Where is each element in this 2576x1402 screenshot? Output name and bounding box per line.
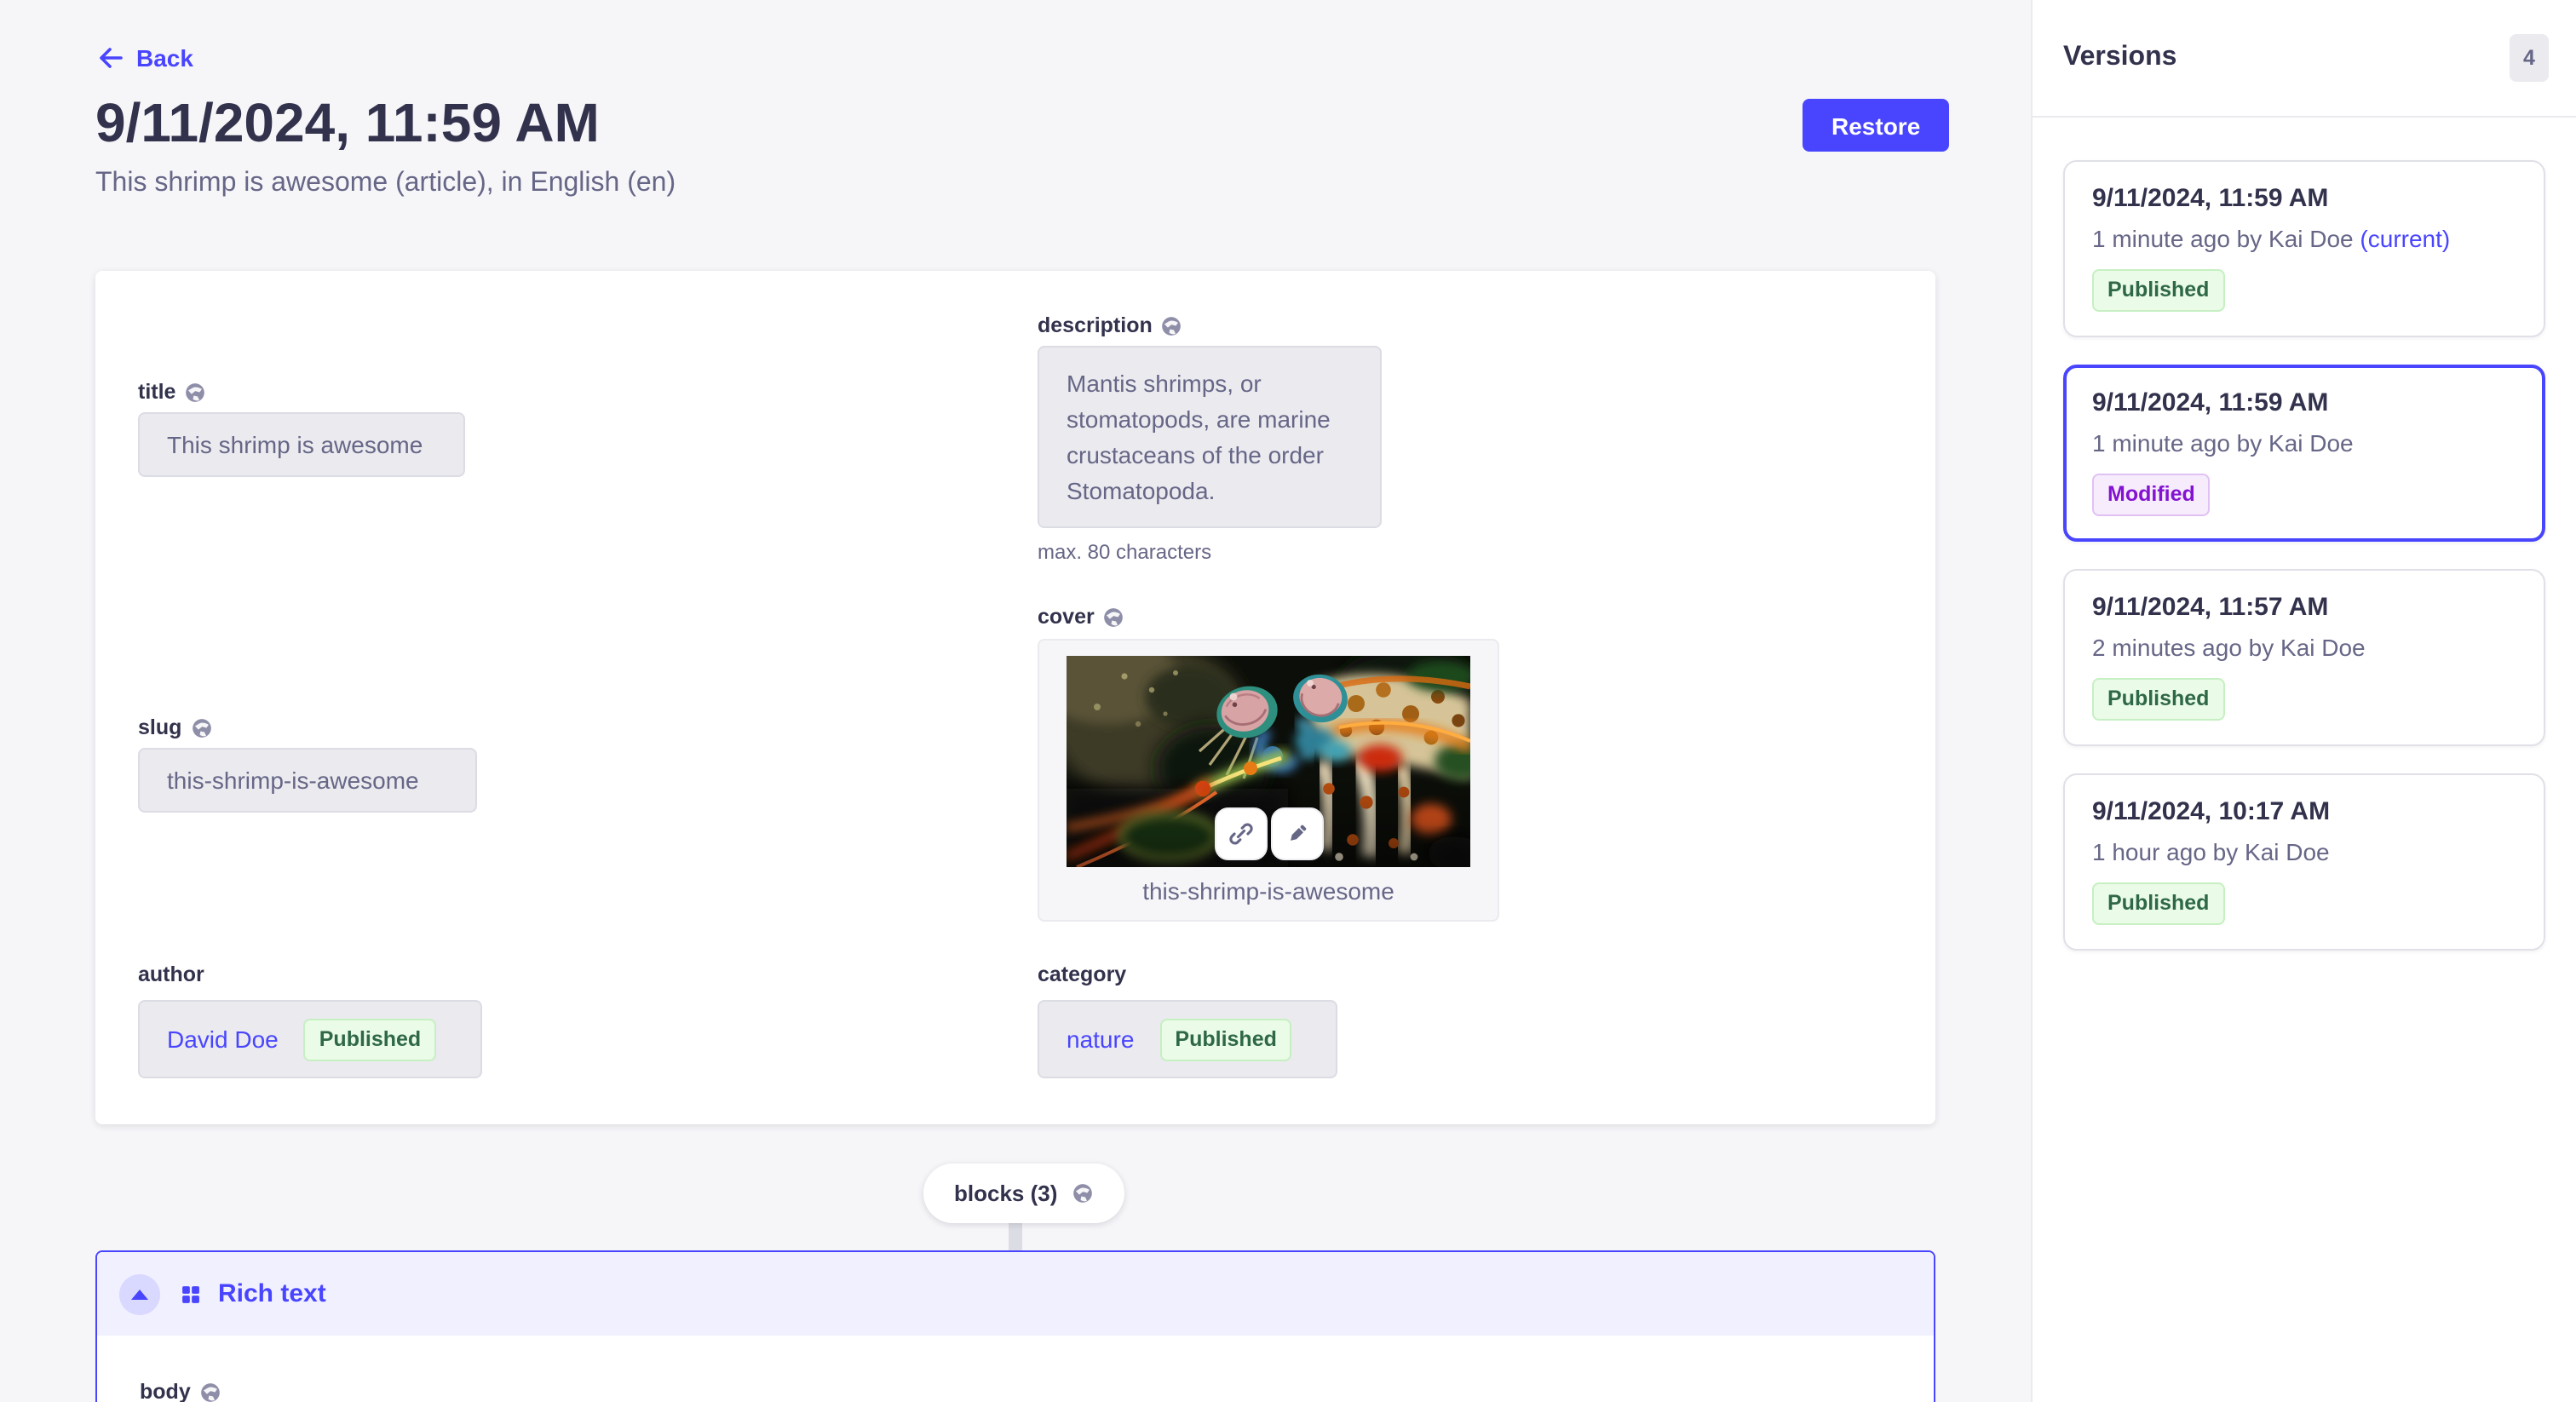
version-date: 9/11/2024, 11:59 AM <box>2092 388 2516 417</box>
rich-text-block-title: Rich text <box>218 1279 326 1308</box>
blocks-pill-label: blocks (3) <box>954 1181 1057 1206</box>
version-date: 9/11/2024, 10:17 AM <box>2092 797 2516 826</box>
version-byline: 1 minute ago by Kai Doe <box>2092 429 2516 457</box>
globe-icon <box>199 1381 221 1402</box>
title-input[interactable]: This shrimp is awesome <box>138 412 465 477</box>
main-panel: Back 9/11/2024, 11:59 AM This shrimp is … <box>0 0 2031 1402</box>
category-relation-box: nature Published <box>1038 1000 1337 1078</box>
cover-caption: this-shrimp-is-awesome <box>1039 877 1498 905</box>
content-history-page: Back 9/11/2024, 11:59 AM This shrimp is … <box>0 0 2576 1402</box>
author-relation-box: David Doe Published <box>138 1000 482 1078</box>
globe-icon <box>184 381 206 403</box>
blocks-field-pill: blocks (3) <box>923 1164 1124 1223</box>
version-byline: 2 minutes ago by Kai Doe <box>2092 634 2516 661</box>
back-link[interactable]: Back <box>97 44 193 72</box>
current-version-label: (current) <box>2354 225 2451 252</box>
version-status-badge: Published <box>2092 678 2224 721</box>
slug-field-label: slug <box>138 715 212 739</box>
description-field-label: description <box>1038 313 1183 337</box>
globe-icon <box>1071 1182 1093 1204</box>
cover-field-label: cover <box>1038 605 1125 629</box>
rich-text-block-header[interactable]: Rich text <box>97 1252 1934 1336</box>
blocks-grid-icon <box>179 1282 203 1306</box>
body-field-label: body <box>140 1380 221 1402</box>
globe-icon <box>1103 606 1125 628</box>
page-subtitle: This shrimp is awesome (article), in Eng… <box>95 169 676 199</box>
copy-link-button[interactable] <box>1214 807 1267 860</box>
versions-title: Versions <box>2063 43 2176 73</box>
rich-text-block: Rich text body <box>95 1250 1935 1402</box>
slug-input[interactable]: this-shrimp-is-awesome <box>138 748 477 813</box>
cover-actions <box>1214 807 1323 860</box>
category-status-badge: Published <box>1159 1018 1291 1060</box>
version-date: 9/11/2024, 11:59 AM <box>2092 184 2516 213</box>
versions-sidebar: Versions 4 9/11/2024, 11:59 AM 1 minute … <box>2031 0 2576 1402</box>
caret-up-icon <box>131 1289 148 1299</box>
arrow-left-icon <box>97 44 124 72</box>
author-relation-link[interactable]: David Doe <box>167 1026 279 1053</box>
description-hint: max. 80 characters <box>1038 540 1211 564</box>
versions-list: 9/11/2024, 11:59 AM 1 minute ago by Kai … <box>2033 118 2576 951</box>
globe-icon <box>1161 314 1183 336</box>
link-icon <box>1226 819 1255 848</box>
page-title: 9/11/2024, 11:59 AM <box>95 90 600 155</box>
versions-header: Versions 4 <box>2033 0 2576 118</box>
versions-count-badge: 4 <box>2510 34 2549 82</box>
back-label: Back <box>136 44 193 72</box>
category-field-label: category <box>1038 962 1126 986</box>
version-card[interactable]: 9/11/2024, 11:57 AM 2 minutes ago by Kai… <box>2063 569 2545 746</box>
author-field-label: author <box>138 962 204 986</box>
version-card[interactable]: 9/11/2024, 10:17 AM 1 hour ago by Kai Do… <box>2063 773 2545 951</box>
version-card-selected[interactable]: 9/11/2024, 11:59 AM 1 minute ago by Kai … <box>2063 365 2545 542</box>
version-status-badge: Modified <box>2092 474 2211 516</box>
version-byline: 1 minute ago by Kai Doe (current) <box>2092 225 2516 252</box>
version-date: 9/11/2024, 11:57 AM <box>2092 593 2516 622</box>
cover-media-card: this-shrimp-is-awesome <box>1038 639 1499 922</box>
category-relation-link[interactable]: nature <box>1067 1026 1134 1053</box>
edit-cover-button[interactable] <box>1270 807 1323 860</box>
version-status-badge: Published <box>2092 882 2224 925</box>
title-field-label: title <box>138 380 206 404</box>
pencil-icon <box>1282 819 1311 848</box>
collapse-button[interactable] <box>119 1273 160 1314</box>
version-status-badge: Published <box>2092 269 2224 312</box>
version-byline: 1 hour ago by Kai Doe <box>2092 838 2516 865</box>
globe-icon <box>190 716 212 738</box>
version-fields-card: title This shrimp is awesome description… <box>95 271 1935 1124</box>
version-card[interactable]: 9/11/2024, 11:59 AM 1 minute ago by Kai … <box>2063 160 2545 337</box>
restore-button[interactable]: Restore <box>1803 99 1949 152</box>
description-textarea[interactable]: Mantis shrimps, or stomatopods, are mari… <box>1038 346 1382 528</box>
author-status-badge: Published <box>304 1018 436 1060</box>
